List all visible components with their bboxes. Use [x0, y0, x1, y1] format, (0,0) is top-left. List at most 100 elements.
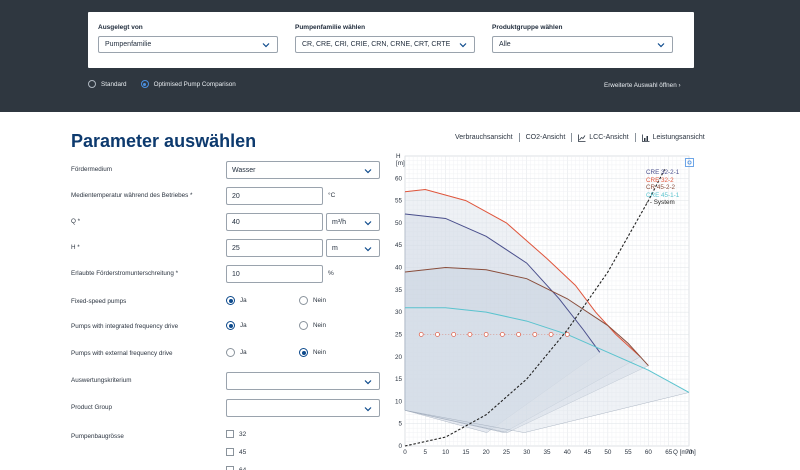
legend-item[interactable]: CR 45-2-2: [646, 184, 679, 192]
legend-item[interactable]: CRE 32-2-1: [646, 169, 679, 177]
checkbox-label: 32: [239, 430, 247, 438]
zoom-icon[interactable]: [685, 158, 694, 167]
foerdermedium-select[interactable]: Wasser: [226, 161, 380, 179]
filter-label: Produktgruppe wählen: [492, 24, 563, 31]
param-label: Medientemperatur während des Betriebes *: [71, 192, 193, 199]
legend-item[interactable]: CRE 45-1-1: [646, 192, 679, 200]
duty-point: [532, 332, 538, 337]
legend-item[interactable]: CRE 32-2: [646, 177, 679, 185]
param-foerdermedium: Fördermedium Wasser: [71, 161, 391, 179]
baugroesse-option-32[interactable]: 32: [226, 430, 246, 438]
select-value: Alle: [499, 41, 511, 48]
duty-point: [435, 332, 440, 337]
y-tick-label: 55: [395, 198, 403, 205]
ausgelegt-von-select[interactable]: Pumpenfamilie: [98, 36, 278, 53]
select-value: Pumpenfamilie: [105, 41, 152, 48]
fixed-speed-ja[interactable]: Ja: [226, 296, 247, 305]
integrated-ja[interactable]: Ja: [226, 321, 247, 330]
baugroesse-option-64[interactable]: 64: [226, 466, 246, 470]
duty-point: [500, 332, 505, 337]
auswertung-select[interactable]: [226, 372, 380, 390]
chevron-down-icon: [363, 244, 373, 254]
page-title: Parameter auswählen: [71, 131, 257, 151]
tab-label: Verbrauchsansicht: [455, 134, 513, 141]
radio-label: Nein: [313, 297, 326, 304]
param-q: Q * 40 m³/h: [71, 213, 391, 231]
radio-selected-icon: [226, 296, 235, 305]
param-label: Pumps with integrated frequency drive: [71, 323, 179, 330]
param-fixed-speed: Fixed-speed pumps Ja Nein: [71, 293, 391, 311]
tab-lcc-ansicht[interactable]: LCC-Ansicht: [578, 134, 629, 142]
radio-icon: [88, 80, 96, 88]
advanced-selection-link[interactable]: Erweiterte Auswahl öffnen ›: [604, 82, 681, 89]
param-label: Fixed-speed pumps: [71, 298, 127, 305]
filter-header: Ausgelegt von Pumpenfamilie Pumpenfamili…: [0, 0, 800, 112]
chevron-down-icon: [363, 166, 373, 176]
tab-verbrauchsansicht[interactable]: Verbrauchsansicht: [455, 134, 513, 141]
radio-selected-icon: [140, 80, 149, 88]
external-nein[interactable]: Nein: [299, 348, 326, 357]
filter-label: Pumpenfamilie wählen: [295, 24, 366, 31]
chevron-down-icon: [458, 40, 468, 50]
select-value: m³/h: [332, 219, 346, 226]
integrated-nein[interactable]: Nein: [299, 321, 326, 330]
mode-standard[interactable]: Standard: [88, 80, 127, 88]
y-tick-label: 40: [395, 265, 403, 272]
tab-co2-ansicht[interactable]: CO2-Ansicht: [526, 134, 566, 141]
product-group-select[interactable]: [226, 399, 380, 417]
fixed-speed-nein[interactable]: Nein: [299, 296, 326, 305]
radio-icon: [299, 321, 308, 330]
duty-point: [548, 332, 554, 337]
x-tick-label: 15: [462, 449, 470, 456]
x-axis-label: Q [m³/h]: [673, 449, 696, 456]
mode-optimised-comparison[interactable]: Optimised Pump Comparison: [140, 80, 236, 88]
y-tick-label: 60: [395, 175, 403, 182]
produktgruppe-select[interactable]: Alle: [492, 36, 673, 53]
select-value: CR, CRE, CRI, CRIE, CRN, CRNE, CRT, CRTE: [302, 41, 451, 48]
duty-point: [418, 332, 424, 337]
divider: [571, 133, 573, 142]
filter-produktgruppe: Produktgruppe wählen Alle: [492, 24, 673, 53]
param-label: Pumpenbaugrösse: [71, 433, 124, 440]
chevron-down-icon: [363, 404, 373, 414]
legend-item[interactable]: - - System: [646, 199, 679, 207]
pumpenfamilie-select[interactable]: CR, CRE, CRI, CRIE, CRN, CRNE, CRT, CRTE: [295, 36, 475, 53]
y-tick-label: 15: [395, 376, 403, 383]
q-unit-select[interactable]: m³/h: [326, 213, 380, 231]
temperatur-input[interactable]: 20: [226, 187, 323, 205]
tab-label: Leistungsansicht: [652, 134, 705, 141]
h-unit-select[interactable]: m: [326, 239, 380, 257]
select-value: m: [332, 245, 338, 252]
param-temperatur: Medientemperatur während des Betriebes *…: [71, 187, 391, 205]
checkbox-icon: [226, 430, 234, 438]
y-tick-label: 35: [395, 287, 403, 294]
x-tick-label: 50: [604, 449, 612, 456]
y-tick-label: 20: [395, 354, 403, 361]
y-tick-label: 10: [395, 398, 403, 405]
param-external: Pumps with external frequency drive Ja N…: [71, 345, 391, 363]
param-label: Auswertungskriterium: [71, 377, 132, 384]
tab-label: LCC-Ansicht: [589, 134, 629, 141]
filter-label: Ausgelegt von: [98, 24, 143, 31]
x-tick-label: 0: [403, 449, 407, 456]
x-tick-label: 45: [584, 449, 592, 456]
h-input[interactable]: 25: [226, 239, 323, 257]
select-value: Wasser: [232, 167, 256, 174]
x-tick-label: 30: [523, 449, 531, 456]
chevron-right-icon: ›: [678, 82, 681, 89]
q-input[interactable]: 40: [226, 213, 323, 231]
x-tick-label: 10: [442, 449, 450, 456]
param-ueberschreitung: Erlaubte Förderstromunterschreitung * 10…: [71, 265, 391, 283]
ueberschreitung-input[interactable]: 10: [226, 265, 323, 283]
baugroesse-option-45[interactable]: 45: [226, 448, 246, 456]
param-integrated: Pumps with integrated frequency drive Ja…: [71, 318, 391, 336]
checkbox-icon: [226, 466, 234, 470]
param-baugroesse: Pumpenbaugrösse 32 45 64: [71, 428, 391, 470]
param-product-group: Product Group: [71, 399, 391, 417]
x-tick-label: 40: [564, 449, 572, 456]
external-ja[interactable]: Ja: [226, 348, 247, 357]
radio-label: Nein: [313, 349, 326, 356]
radio-selected-icon: [226, 321, 235, 330]
tab-leistungsansicht[interactable]: Leistungsansicht: [641, 134, 705, 142]
checkbox-label: 45: [239, 448, 247, 456]
